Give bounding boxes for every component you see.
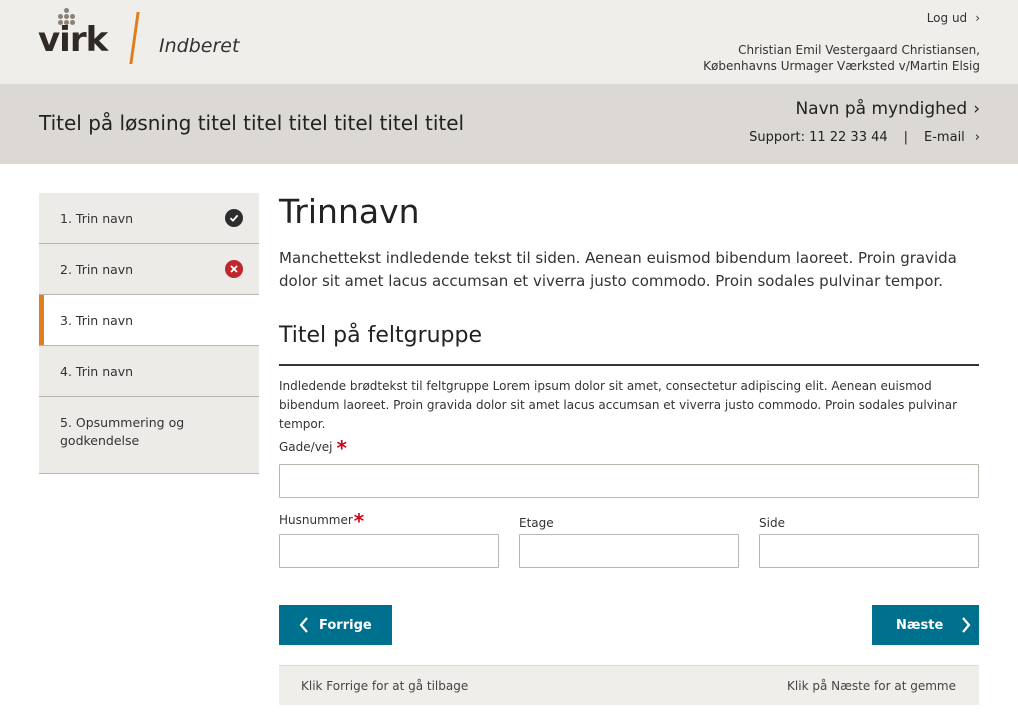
step-label: 1. Trin navn [60,211,134,226]
street-label: Gade/vej * [279,436,347,460]
fieldgroup-intro: Indledende brødtekst til feltgruppe Lore… [279,379,958,431]
current-step-indicator [39,295,44,345]
step-item-5[interactable]: 5. Opsummering og godkendelse [39,397,259,474]
divider [279,364,979,366]
house-number-label: Husnummer* [279,509,365,533]
step-label: 5. Opsummering og godkendelse [60,415,185,448]
step-label: 4. Trin navn [60,364,134,379]
house-number-input[interactable] [279,534,499,568]
checkmark-icon [225,209,243,227]
side-input[interactable] [759,534,979,568]
virk-logo[interactable]: virk [38,8,118,60]
floor-input[interactable] [519,534,739,568]
email-link[interactable]: E-mail › [924,130,980,145]
button-hints: Klik Forrige for at gå tilbage Klik på N… [279,665,979,705]
previous-label: Forrige [319,617,372,633]
step-item-1[interactable]: 1. Trin navn [39,193,259,244]
authority-link[interactable]: Navn på myndighed › [795,99,980,119]
support-info: Support: 11 22 33 44 | E-mail › [749,130,980,145]
chevron-right-icon: › [975,11,980,25]
chevron-left-icon [299,617,309,633]
step-label: 2. Trin navn [60,262,134,277]
fieldgroup-title: Titel på feltgruppe [279,323,483,348]
previous-button[interactable]: Forrige [279,605,392,645]
solution-title: Titel på løsning titel titel titel titel… [39,111,465,135]
required-marker: * [353,509,365,533]
previous-hint: Klik Forrige for at gå tilbage [301,679,469,693]
step-item-3[interactable]: 3. Trin navn [39,295,259,346]
chevron-right-icon [961,617,971,633]
support-phone: Support: 11 22 33 44 [749,130,888,145]
step-item-2[interactable]: 2. Trin navn [39,244,259,295]
next-button[interactable]: Næste [872,605,979,645]
separator: | [903,130,909,145]
email-label: E-mail [924,130,965,145]
user-info: Christian Emil Vestergaard Christiansen,… [703,42,980,74]
next-label: Næste [896,617,944,633]
logout-label: Log ud [926,11,968,25]
side-label: Side [759,516,785,530]
logout-link[interactable]: Log ud › [927,11,980,25]
logo-text: virk [38,20,108,60]
error-icon [225,260,243,278]
lead-text: Manchettekst indledende tekst til siden.… [279,249,957,290]
app-name: Indberet [159,35,240,57]
chevron-right-icon: › [974,130,980,145]
authority-label: Navn på myndighed [795,99,968,119]
chevron-right-icon: › [973,99,980,119]
page-title: Trinnavn [279,192,420,231]
floor-label: Etage [519,516,554,530]
required-marker: * [336,436,347,460]
street-input[interactable] [279,464,979,498]
step-navigation: 1. Trin navn 2. Trin navn 3. Trin navn 4… [39,193,259,474]
step-item-4[interactable]: 4. Trin navn [39,346,259,397]
user-name: Christian Emil Vestergaard Christiansen, [738,43,980,57]
step-label: 3. Trin navn [60,313,134,328]
company-name: Københavns Urmager Værksted v/Martin Els… [703,59,980,73]
next-hint: Klik på Næste for at gemme [787,679,956,693]
